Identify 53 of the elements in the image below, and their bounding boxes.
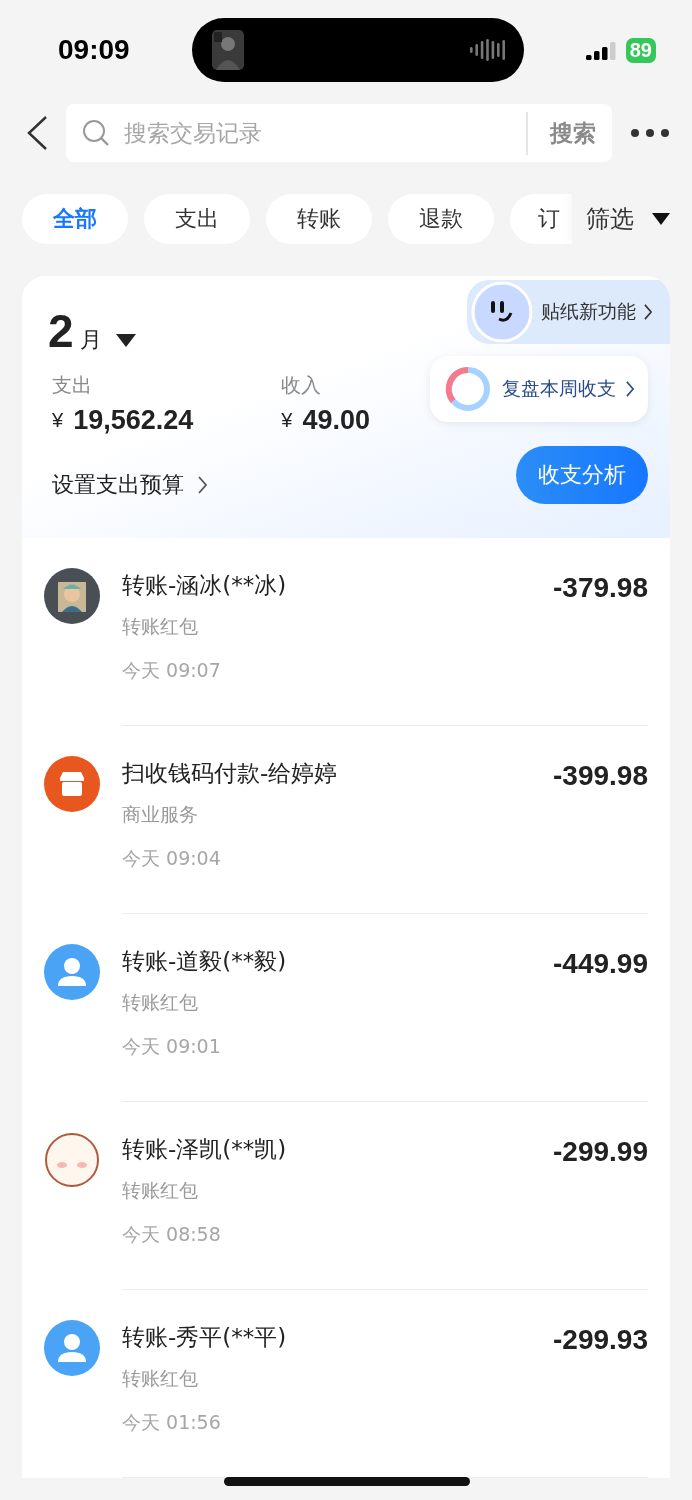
analysis-button[interactable]: 收支分析 — [516, 446, 648, 504]
signal-icon — [585, 40, 618, 60]
expense-amount: ¥ 19,562.24 — [52, 405, 194, 436]
person-avatar-icon — [44, 944, 100, 1000]
person-avatar-icon — [44, 1320, 100, 1376]
ring-chart-icon — [444, 365, 492, 413]
chevron-right-icon — [644, 304, 652, 320]
transaction-amount: -449.99 — [553, 948, 648, 981]
transaction-title: 转账-泽凯(**凯) — [122, 1135, 287, 1164]
filter-tab[interactable]: 转账 — [266, 194, 372, 244]
filter-tab[interactable]: 支出 — [144, 194, 250, 244]
status-time: 09:09 — [58, 34, 130, 66]
round-avatar-icon — [44, 1132, 100, 1188]
shop-avatar-icon — [44, 756, 100, 812]
transaction-amount: -379.98 — [553, 572, 648, 605]
smiley-sticker-icon — [471, 281, 533, 343]
transaction-time: 今天 08:58 — [122, 1222, 222, 1247]
transaction-category: 转账红包 — [122, 614, 199, 639]
back-icon[interactable] — [26, 116, 48, 150]
caret-icon — [652, 213, 670, 225]
weekly-review-link[interactable]: 复盘本周收支 — [430, 356, 648, 422]
transaction-time: 今天 01:56 — [122, 1410, 222, 1435]
transaction-category: 转账红包 — [122, 990, 199, 1015]
waveform-icon — [469, 37, 508, 63]
caret-icon — [115, 334, 136, 347]
transaction-category: 转账红包 — [122, 1178, 199, 1203]
chevron-right-icon — [198, 476, 207, 494]
filter-tab[interactable]: 订 — [510, 194, 572, 244]
income-amount: ¥ 49.00 — [281, 405, 370, 436]
transaction-title: 转账-涵冰(**冰) — [122, 571, 287, 600]
transaction-category: 转账红包 — [122, 1366, 199, 1391]
battery-level: 89 — [625, 37, 656, 63]
sticker-link[interactable]: 贴纸新功能 — [467, 280, 670, 344]
transaction-title: 转账-道毅(**毅) — [122, 947, 287, 976]
transaction-title: 转账-秀平(**平) — [122, 1323, 287, 1352]
month-picker[interactable]: 2 月 — [48, 304, 370, 358]
filter-menu-button[interactable]: 筛选 — [582, 194, 692, 244]
chevron-right-icon — [626, 381, 634, 397]
income-label: 收入 — [281, 372, 323, 399]
transaction-time: 今天 09:01 — [122, 1034, 222, 1059]
transaction-title: 扫收钱码付款-给婷婷 — [122, 759, 338, 788]
transaction-time: 今天 09:04 — [122, 846, 222, 871]
filter-tab[interactable]: 全部 — [22, 194, 128, 244]
transaction-amount: -299.99 — [553, 1136, 648, 1169]
search-icon — [82, 119, 110, 147]
transaction-time: 今天 09:07 — [122, 658, 222, 683]
transaction-category: 商业服务 — [122, 802, 199, 827]
more-icon[interactable] — [630, 128, 670, 138]
budget-link[interactable]: 设置支出预算 — [48, 470, 370, 500]
transaction-amount: -399.98 — [553, 760, 648, 793]
expense-label: 支出 — [52, 372, 93, 399]
transaction-amount: -299.93 — [553, 1324, 648, 1357]
filter-tab[interactable]: 退款 — [388, 194, 494, 244]
